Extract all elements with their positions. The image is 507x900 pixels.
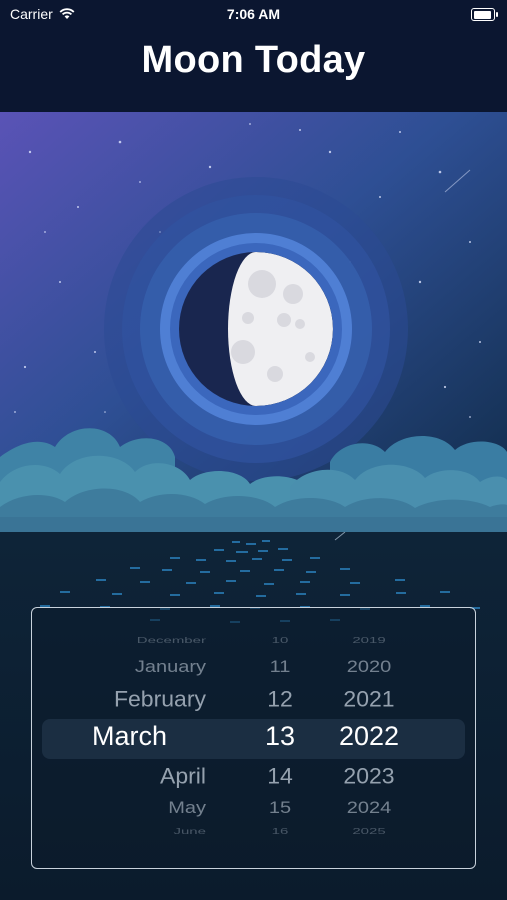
date-picker[interactable]: December January February March April Ma… [31,607,476,869]
picker-year-option[interactable]: 2021 [315,687,423,713]
picker-day-column[interactable]: 10 11 12 13 14 15 16 [232,608,328,868]
status-bar: Carrier 7:06 AM [0,0,507,28]
picker-day-option[interactable]: 10 [232,636,328,645]
picker-year-column[interactable]: 2019 2020 2021 2022 2023 2024 2025 [315,608,423,868]
picker-year-option[interactable]: 2019 [315,636,423,645]
picker-year-option[interactable]: 2025 [315,827,423,836]
picker-day-option[interactable]: 14 [232,764,328,790]
page-title: Moon Today [141,39,366,81]
picker-year-selected[interactable]: 2022 [315,721,423,752]
picker-day-option[interactable]: 16 [232,827,328,836]
status-time: 7:06 AM [226,6,281,22]
picker-day-selected[interactable]: 13 [232,721,328,752]
picker-day-option[interactable]: 11 [232,658,328,678]
moon-illustration [0,112,507,542]
picker-day-option[interactable]: 12 [232,687,328,713]
moon-icon [179,252,333,406]
picker-year-option[interactable]: 2024 [315,799,423,819]
picker-year-option[interactable]: 2023 [315,764,423,790]
picker-day-option[interactable]: 15 [232,799,328,819]
picker-year-option[interactable]: 2020 [315,658,423,678]
app-header: Moon Today [0,28,507,112]
battery-icon [471,8,498,21]
